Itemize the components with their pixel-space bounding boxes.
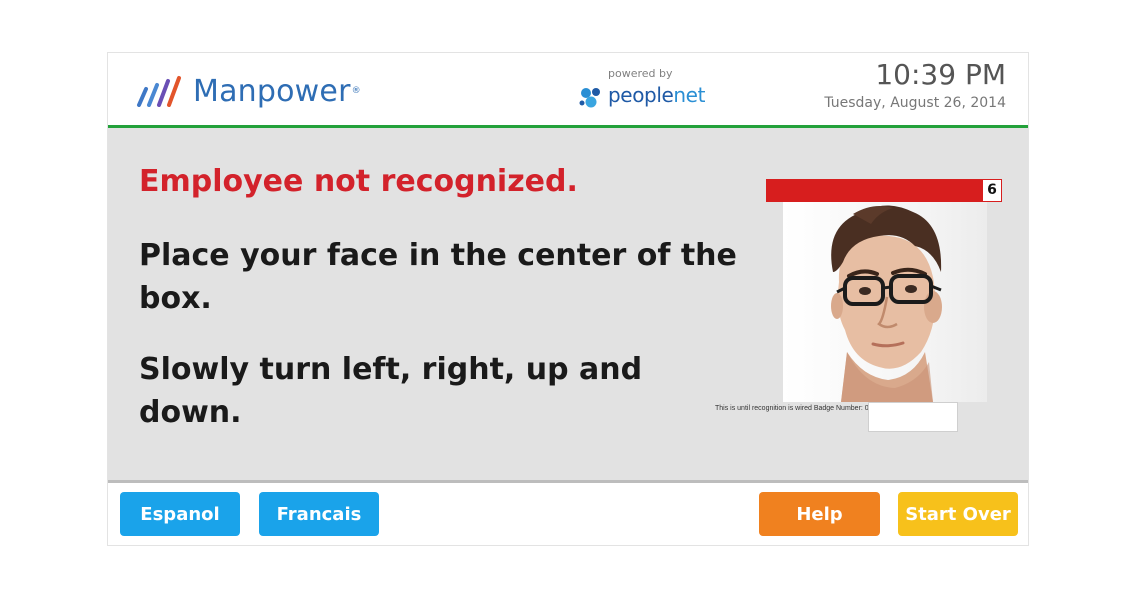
start-over-button[interactable]: Start Over: [898, 492, 1018, 536]
header: Manpower ® powered by peoplenet 10:39 PM …: [108, 53, 1028, 128]
main-panel: Employee not recognized. Place your face…: [108, 128, 1028, 483]
partner-name-people: people: [608, 83, 674, 107]
powered-by-label: powered by: [608, 67, 673, 80]
clock: 10:39 PM Tuesday, August 26, 2014: [824, 57, 1006, 113]
espanol-button[interactable]: Espanol: [120, 492, 240, 536]
current-date: Tuesday, August 26, 2014: [824, 95, 1006, 111]
attempt-counter: 6: [982, 179, 1002, 202]
instruction-turn-head: Slowly turn left, right, up and down.: [139, 352, 643, 430]
error-message: Employee not recognized.: [139, 164, 578, 199]
brand-registered-mark: ®: [351, 86, 361, 96]
current-time: 10:39 PM: [875, 58, 1006, 91]
powered-by-peoplenet: powered by peoplenet: [578, 67, 705, 115]
instruction-center-face: Place your face in the center of the box…: [139, 238, 737, 316]
kiosk-screen: Manpower ® powered by peoplenet 10:39 PM …: [107, 52, 1029, 546]
brand-name: Manpower: [193, 73, 351, 109]
manpower-logo-icon: [137, 76, 181, 107]
manpower-logo: Manpower ®: [135, 71, 361, 111]
help-button[interactable]: Help: [759, 492, 880, 536]
partner-name-net: net: [673, 83, 706, 107]
partner-name: peoplenet: [608, 83, 705, 107]
badge-number-field[interactable]: [868, 402, 958, 432]
peoplenet-logo-icon: [579, 88, 600, 108]
countdown-bar: [766, 179, 982, 202]
face-illustration: [831, 205, 942, 402]
footer: Espanol Francais Help Start Over: [108, 483, 1028, 545]
face-photo: [783, 202, 987, 402]
francais-button[interactable]: Francais: [259, 492, 379, 536]
badge-number-note: This is until recognition is wired Badge…: [715, 405, 869, 412]
